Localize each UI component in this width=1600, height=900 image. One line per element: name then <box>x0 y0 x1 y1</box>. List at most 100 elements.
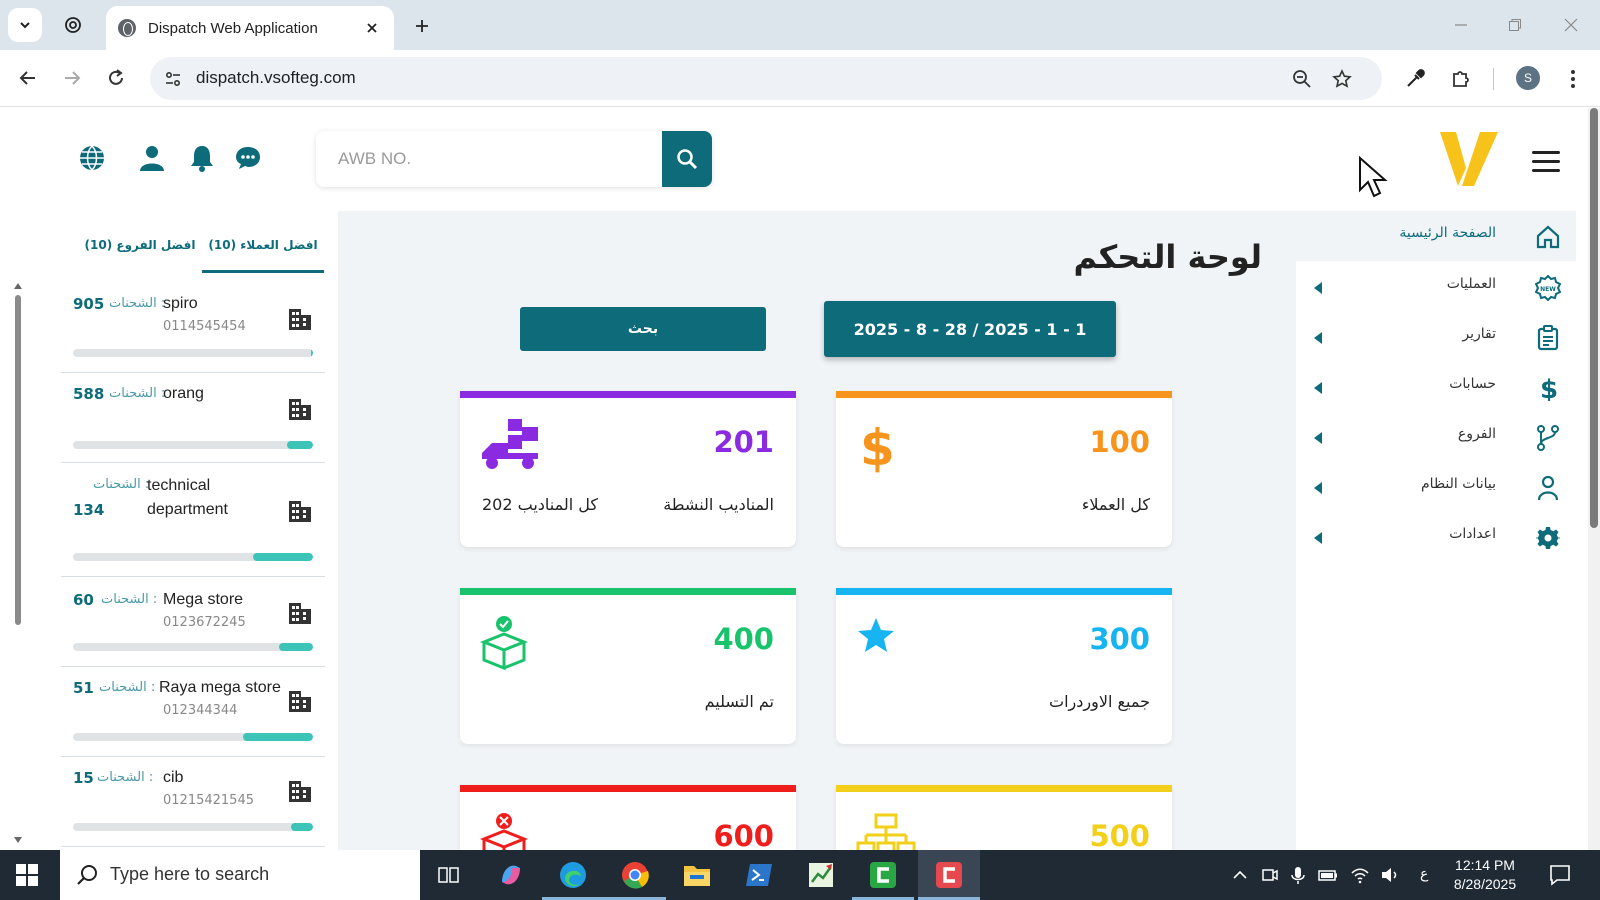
scroll-thumb[interactable] <box>15 295 21 625</box>
chevron-left-icon <box>1314 282 1322 294</box>
client-list-item[interactable]: الشحنات : 134 technical department <box>61 463 325 577</box>
sidebar-item-label: العمليات <box>1446 276 1496 292</box>
app-header <box>0 108 1588 211</box>
back-button[interactable] <box>12 62 44 94</box>
show-hidden-icons-icon[interactable] <box>1230 865 1250 885</box>
client-list-item[interactable]: 60 الشحنات : Mega store 0123672245 <box>61 577 325 667</box>
camtasia-green-app[interactable] <box>852 858 914 900</box>
stat-value: 400 <box>713 622 774 656</box>
date-range-button[interactable]: 2025 - 8 - 28 / 2025 - 1 - 1 <box>824 301 1116 357</box>
chatgpt-tab[interactable] <box>58 10 88 40</box>
progress-bar <box>73 823 313 831</box>
windows-start-icon[interactable] <box>16 864 38 886</box>
forward-button[interactable] <box>56 62 88 94</box>
sidebar-item-operations[interactable]: العمليات NEW <box>1296 262 1576 312</box>
system-clock[interactable]: 12:14 PM 8/28/2025 <box>1440 856 1530 894</box>
close-tab-button[interactable] <box>362 18 382 38</box>
scroll-down-arrow-icon[interactable] <box>14 837 22 843</box>
delivery-icon <box>482 419 538 469</box>
camtasia-icon <box>870 862 896 888</box>
zoom-icon[interactable] <box>1290 67 1314 91</box>
menu-toggle-button[interactable] <box>1532 151 1560 173</box>
top-clients-panel: افضل العملاء (10) افضل الفروع (10) 905 ا… <box>0 211 338 850</box>
meet-now-icon[interactable] <box>1260 865 1280 885</box>
active-browser-tab[interactable]: Dispatch Web Application <box>106 6 394 50</box>
stat-card-clients[interactable]: 100 كل العملاء $ <box>836 391 1172 547</box>
copilot-icon <box>502 865 520 885</box>
tab-top-branches[interactable]: افضل الفروع (10) <box>80 229 200 273</box>
reload-button[interactable] <box>100 62 132 94</box>
file-explorer-app[interactable] <box>680 858 714 892</box>
sidebar-item-home[interactable]: الصفحة الرئيسية <box>1296 211 1576 261</box>
stat-card-orders[interactable]: 300 جميع الاوردرات <box>836 588 1172 744</box>
copilot-app[interactable] <box>494 858 528 892</box>
notifications-button[interactable] <box>186 142 218 174</box>
awb-search-input[interactable] <box>316 131 662 187</box>
sidebar-item-branches[interactable]: الفروع <box>1296 412 1576 462</box>
messages-button[interactable] <box>232 142 264 174</box>
sidebar-item-settings[interactable]: اعدادات <box>1296 512 1576 562</box>
edge-app[interactable] <box>542 858 604 900</box>
company-logo-icon <box>1440 132 1498 186</box>
stat-card-delivered[interactable]: 400 تم التسليم <box>460 588 796 744</box>
page-scroll-thumb[interactable] <box>1590 108 1598 528</box>
close-icon <box>1564 18 1578 32</box>
url-text[interactable]: dispatch.vsofteg.com <box>196 68 356 88</box>
shipment-count: 905 <box>73 295 105 313</box>
client-list-scrollbar[interactable] <box>14 283 22 843</box>
gear-icon <box>1534 524 1562 552</box>
chrome-app[interactable] <box>604 858 666 900</box>
language-button[interactable] <box>76 142 108 174</box>
awb-search-button[interactable] <box>662 131 712 187</box>
stat-value: 100 <box>1089 425 1150 459</box>
notification-center-icon[interactable] <box>1548 863 1572 887</box>
card-accent-line <box>836 391 1172 398</box>
client-list-item[interactable]: 588 الشحنات : orang <box>61 373 325 463</box>
chevron-left-icon <box>1314 482 1322 494</box>
search-button[interactable]: بحث <box>520 307 766 351</box>
client-list-item[interactable]: 51 الشحنات : Raya mega store 012344344 <box>61 667 325 757</box>
client-list-item[interactable]: 15 الشحنات : cib 01215421545 <box>61 757 325 847</box>
client-list-item[interactable]: 905 الشحنات : spiro 0114545454 <box>61 283 325 373</box>
volume-icon[interactable] <box>1380 865 1400 885</box>
progress-bar <box>73 733 313 741</box>
camtasia-red-app[interactable] <box>918 858 980 900</box>
input-language-indicator[interactable]: ع <box>1420 866 1428 882</box>
profile-button[interactable] <box>136 142 168 174</box>
dollar-icon: $ <box>1534 374 1562 402</box>
stat-card-branches[interactable]: 500 <box>836 785 1172 850</box>
battery-icon[interactable] <box>1318 865 1338 885</box>
page-viewport: افضل العملاء (10) افضل الفروع (10) 905 ا… <box>0 108 1600 850</box>
eyedropper-extension-icon[interactable] <box>1400 64 1430 94</box>
extensions-puzzle-icon[interactable] <box>1446 64 1476 94</box>
task-view-button[interactable] <box>432 858 466 892</box>
page-scrollbar[interactable] <box>1588 108 1600 850</box>
minimize-button[interactable] <box>1446 12 1476 38</box>
spreadsheet-app[interactable] <box>804 858 838 892</box>
taskbar-search[interactable]: Type here to search <box>60 850 420 900</box>
profile-avatar[interactable]: S <box>1516 66 1540 90</box>
tab-search-button[interactable] <box>8 8 42 42</box>
wifi-icon[interactable] <box>1350 865 1370 885</box>
site-settings-icon[interactable] <box>162 68 184 90</box>
new-tab-button[interactable] <box>408 12 436 40</box>
stat-card-cancelled[interactable]: 600 <box>460 785 796 850</box>
card-accent-line <box>460 588 796 595</box>
globe-favicon-icon <box>118 19 136 37</box>
browser-tab-bar: Dispatch Web Application <box>0 0 1600 50</box>
more-menu-icon[interactable] <box>1558 64 1588 94</box>
tab-top-clients[interactable]: افضل العملاء (10) <box>202 229 324 273</box>
scroll-up-arrow-icon[interactable] <box>14 283 22 289</box>
sidebar-item-accounts[interactable]: حسابات $ <box>1296 362 1576 412</box>
microphone-icon[interactable] <box>1288 865 1308 885</box>
restore-button[interactable] <box>1500 12 1530 38</box>
address-bar[interactable]: dispatch.vsofteg.com <box>150 57 1382 100</box>
building-icon <box>289 603 311 624</box>
sidebar-item-reports[interactable]: تقارير <box>1296 312 1576 362</box>
close-window-button[interactable] <box>1556 12 1586 38</box>
powershell-app[interactable] <box>742 858 776 892</box>
stat-card-drivers[interactable]: 201 المناديب النشطة كل المناديب 202 <box>460 391 796 547</box>
bookmark-star-icon[interactable] <box>1330 67 1354 91</box>
sidebar-item-system-data[interactable]: بيانات النظام <box>1296 462 1576 512</box>
windows-taskbar: Type here to search ع 12:14 PM 8/28/2025 <box>0 850 1600 900</box>
